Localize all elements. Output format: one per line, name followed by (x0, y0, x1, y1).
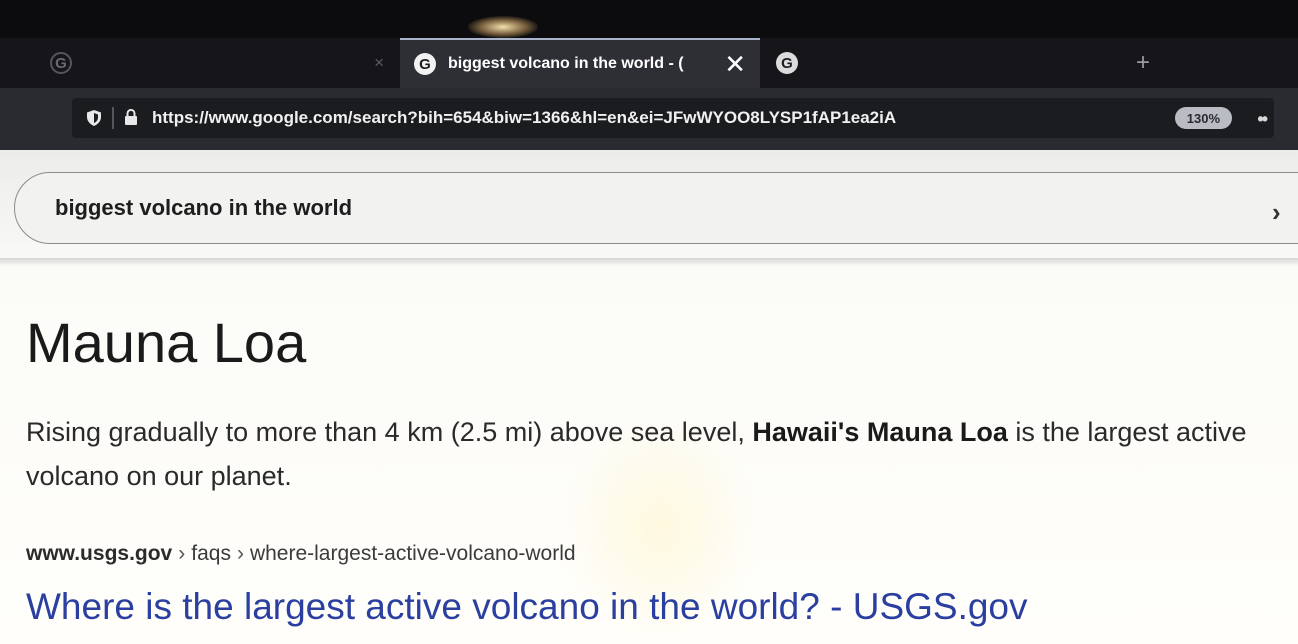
google-favicon-icon: G (50, 52, 72, 74)
snippet-highlight: Hawaii's Mauna Loa (752, 417, 1008, 447)
search-results-page: biggest volcano in the world › Mauna Loa… (0, 150, 1298, 644)
url-divider (112, 107, 114, 129)
tab-active[interactable]: G biggest volcano in the world - ( ✕ (400, 38, 760, 88)
header-divider (0, 258, 1298, 266)
navigation-toolbar: https://www.google.com/search?bih=654&bi… (0, 88, 1298, 150)
featured-answer-title: Mauna Loa (26, 311, 307, 374)
zoom-level-badge[interactable]: 130% (1174, 107, 1232, 129)
lock-icon[interactable] (124, 108, 140, 127)
google-favicon-icon: G (414, 53, 436, 75)
snippet-text: Rising gradually to more than 4 km (2.5 … (26, 417, 745, 447)
breadcrumb-path: where-largest-active-volcano-world (249, 542, 576, 565)
google-favicon-icon: G (776, 52, 798, 74)
tab-strip: G × G biggest volcano in the world - ( ✕… (0, 38, 1298, 88)
result-title-link[interactable]: Where is the largest active volcano in t… (26, 586, 1028, 628)
light-glare (468, 16, 538, 38)
result-breadcrumb[interactable]: www.usgs.gov › faqs › where-largest-active-v… (26, 542, 576, 566)
url-text[interactable]: https://www.google.com/search?bih=654&bi… (152, 108, 1152, 128)
tab-3[interactable]: G (762, 38, 1122, 88)
tab-title: biggest volcano in the world - ( (448, 55, 684, 72)
breadcrumb-path: faqs (191, 542, 231, 565)
featured-snippet: Rising gradually to more than 4 km (2.5 … (26, 410, 1286, 498)
monitor-bezel (0, 0, 1298, 38)
clear-search-icon[interactable]: › (1272, 197, 1281, 228)
tab-1[interactable]: G × (36, 38, 398, 88)
shield-icon[interactable] (86, 109, 102, 127)
more-options-icon[interactable]: •• (1257, 109, 1268, 130)
close-tab-icon[interactable]: ✕ (724, 49, 746, 80)
search-query-text[interactable]: biggest volcano in the world (55, 195, 352, 221)
breadcrumb-separator: › (236, 542, 244, 565)
new-tab-button[interactable]: + (1128, 38, 1158, 88)
address-bar[interactable]: https://www.google.com/search?bih=654&bi… (72, 98, 1274, 138)
close-tab-icon[interactable]: × (374, 53, 384, 73)
breadcrumb-domain: www.usgs.gov (26, 542, 173, 565)
search-box[interactable]: biggest volcano in the world (14, 172, 1298, 244)
screenshot: G × G biggest volcano in the world - ( ✕… (0, 0, 1298, 644)
breadcrumb-separator: › (178, 542, 186, 565)
